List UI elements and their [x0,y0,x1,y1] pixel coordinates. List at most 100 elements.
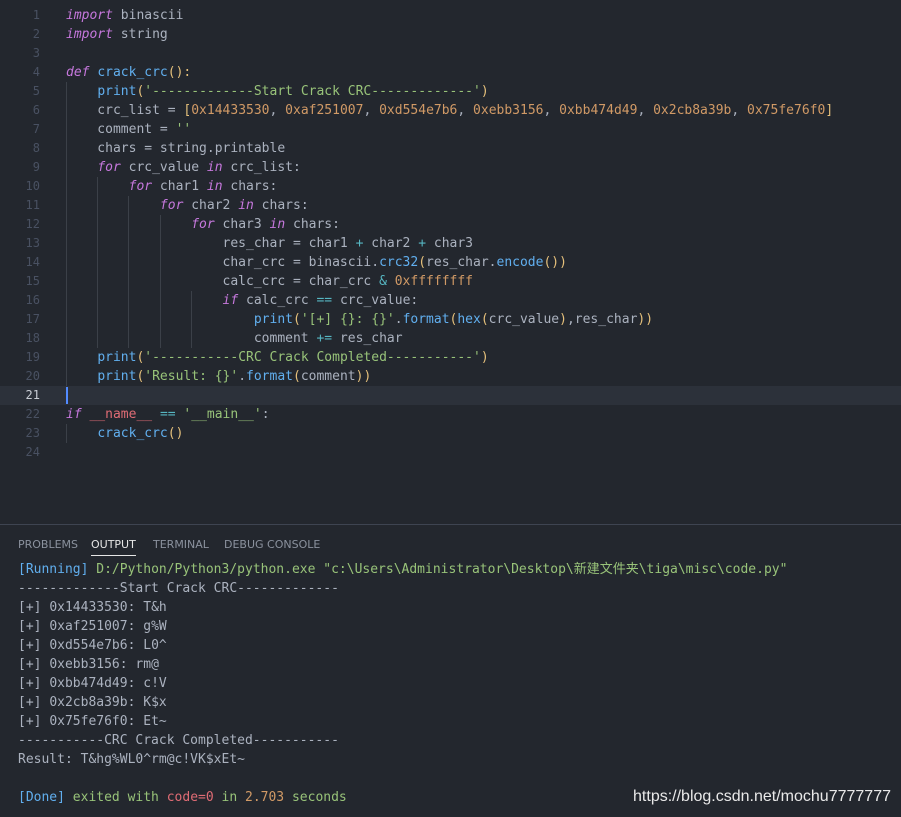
code-line[interactable]: 13 res_char = char1 + char2 + char3 [0,234,901,253]
code-line[interactable]: 12 for char3 in chars: [0,215,901,234]
tab-debug-console[interactable]: DEBUG CONSOLE [224,538,320,555]
output-result-row: [+] 0x75fe76f0: Et~ [18,712,898,731]
output-result-row: [+] 0xbb474d49: c!V [18,674,898,693]
code-token: (): [167,65,192,80]
code-text: def crack_crc(): [66,63,191,82]
code-line[interactable]: 5 print('-------------Start Crack CRC---… [0,82,901,101]
result-sep: : [119,657,136,672]
code-token: for [97,160,121,175]
code-line[interactable]: 23 crack_crc() [0,424,901,443]
code-token: '[+] {}: {}' [300,312,395,327]
code-token: 0xffffffff [394,274,474,289]
result-prefix: [+] [18,714,50,729]
result-val: Et~ [143,714,167,729]
code-line[interactable]: 14 char_crc = binascii.crc32(res_char.en… [0,253,901,272]
indent-guide [66,424,67,443]
line-number: 7 [32,122,40,136]
code-token: crc_list: [222,160,301,175]
code-token: binascii [112,8,184,23]
output-running-line: [Running] D:/Python/Python3/python.exe "… [18,560,898,579]
code-line[interactable]: 6 crc_list = [0x14433530, 0xaf251007, 0x… [0,101,901,120]
code-token: 0x14433530 [191,103,270,118]
indent-guide [159,215,161,348]
code-token: in [238,198,254,213]
code-token: 0xebb3156 [473,103,544,118]
code-text: calc_crc = char_crc & 0xffffffff [66,272,473,291]
result-prefix: [+] [18,695,50,710]
indent-guide [66,82,67,386]
code-line[interactable]: 11 for char2 in chars: [0,196,901,215]
line-number: 4 [32,65,40,79]
line-number: 1 [32,8,40,22]
code-line[interactable]: 1 import binascii [0,6,901,25]
code-token: += [316,331,333,346]
code-token: , [731,103,748,118]
code-token: string [112,27,168,42]
watermark: https://blog.csdn.net/mochu7777777 [633,788,891,805]
result-sep: : [127,638,144,653]
code-token: . [394,312,403,327]
text-cursor [66,387,68,404]
code-line[interactable]: 8 chars = string.printable [0,139,901,158]
code-token: crack_crc [97,426,168,441]
result-prefix: [+] [18,619,50,634]
tab-output[interactable]: OUTPUT [91,538,136,556]
output-result-line: Result: T&hg%WL0^rm@c!VK$xEt~ [18,752,245,767]
code-line[interactable]: 21 [0,386,901,405]
code-token: , [269,103,286,118]
code-line[interactable]: 20 print('Result: {}'.format(comment)) [0,367,901,386]
line-number: 20 [25,369,40,383]
code-line[interactable]: 24 [0,443,901,462]
code-text: for char3 in chars: [66,215,340,234]
code-token: '__main__' [183,407,262,422]
result-hex: 0x75fe76f0 [49,714,128,729]
code-line[interactable]: 22 if __name__ == '__main__': [0,405,901,424]
result-sep: : [127,600,144,615]
code-line[interactable]: 18 comment += res_char [0,329,901,348]
running-path: "c:\Users\Administrator\Desktop\新建文件夹\ti… [323,562,788,577]
code-text: crc_list = [0x14433530, 0xaf251007, 0xd5… [66,101,833,120]
line-number: 22 [25,407,40,421]
code-line[interactable]: 7 comment = '' [0,120,901,139]
code-line[interactable]: 15 calc_crc = char_crc & 0xffffffff [0,272,901,291]
output-panel: PROBLEMS OUTPUT TERMINAL DEBUG CONSOLE [… [0,524,901,817]
line-number: 19 [25,350,40,364]
code-token: calc_crc [238,293,317,308]
output-result-row: [+] 0xd554e7b6: L0^ [18,636,898,655]
tab-terminal[interactable]: TERMINAL [153,538,209,555]
code-token: 0xbb474d49 [559,103,638,118]
code-token: if [66,407,82,422]
indent-guide [128,196,130,348]
code-line[interactable]: 16 if calc_crc == crc_value: [0,291,901,310]
code-text: char_crc = binascii.crc32(res_char.encod… [66,253,567,272]
result-prefix: [+] [18,638,50,653]
code-editor[interactable]: 1 import binascii 2 import string 3 4 def crac… [0,0,901,524]
code-line[interactable]: 10 for char1 in chars: [0,177,901,196]
code-token: print [97,369,137,384]
tab-problems[interactable]: PROBLEMS [18,538,78,555]
code-line[interactable]: 2 import string [0,25,901,44]
result-hex: 0x14433530 [49,600,128,615]
code-text: import string [66,25,168,44]
code-line[interactable]: 19 print('-----------CRC Crack Completed… [0,348,901,367]
code-token: res_char [332,331,403,346]
code-line[interactable]: 17 print('[+] {}: {}'.format(hex(crc_val… [0,310,901,329]
code-line[interactable]: 9 for crc_value in crc_list: [0,158,901,177]
line-number: 11 [25,198,40,212]
code-token: '' [175,122,192,137]
code-line[interactable]: 3 [0,44,901,63]
code-token: char2 [183,198,239,213]
panel-tabs: PROBLEMS OUTPUT TERMINAL DEBUG CONSOLE [0,525,901,563]
line-number: 15 [25,274,40,288]
result-hex: 0x2cb8a39b [49,695,128,710]
code-text: if __name__ == '__main__': [66,405,270,424]
done-text: exited with [64,790,167,805]
result-hex: 0xebb3156 [49,657,120,672]
indent-guide [190,291,192,348]
code-token: )) [355,369,372,384]
code-text: comment = '' [66,120,191,139]
code-line[interactable]: 4 def crack_crc(): [0,63,901,82]
result-val: K$x [143,695,167,710]
code-token: print [97,84,137,99]
result-prefix: [+] [18,600,50,615]
